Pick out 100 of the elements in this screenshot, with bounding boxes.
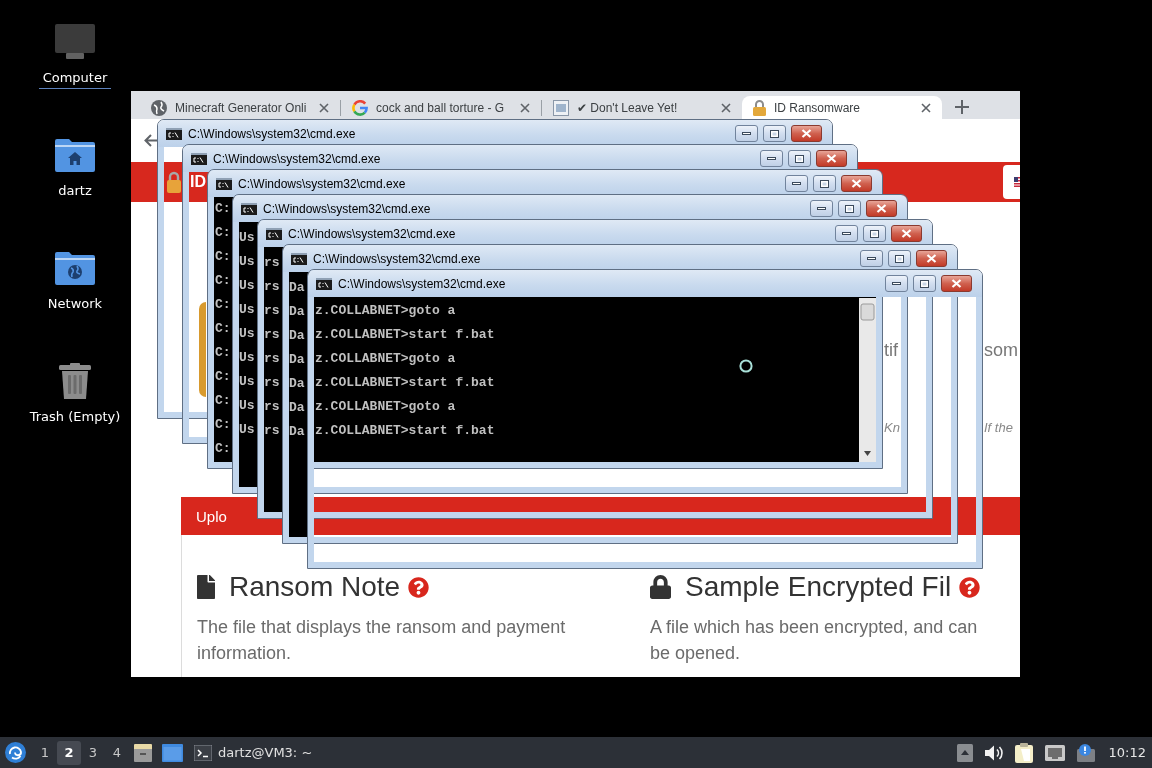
close-button[interactable]	[916, 250, 947, 267]
maximize-button[interactable]	[913, 275, 936, 292]
console-icon	[291, 252, 307, 265]
language-selector[interactable]	[1003, 165, 1020, 199]
close-button[interactable]	[891, 225, 922, 242]
minimize-icon	[792, 182, 801, 185]
maximize-button[interactable]	[863, 225, 886, 242]
minimize-button[interactable]	[760, 150, 783, 167]
maximize-button[interactable]	[838, 200, 861, 217]
desktop-shortcut[interactable]: Network	[43, 250, 107, 315]
plus-icon[interactable]	[955, 100, 969, 114]
minimize-button[interactable]	[885, 275, 908, 292]
close-icon	[801, 129, 812, 138]
close-button[interactable]	[816, 150, 847, 167]
console-line: z.COLLABNET>goto a	[315, 398, 456, 416]
console-line: C:	[215, 416, 231, 434]
console-icon	[266, 227, 282, 240]
minimize-button[interactable]	[810, 200, 833, 217]
minimize-button[interactable]	[735, 125, 758, 142]
close-button[interactable]	[791, 125, 822, 142]
console-line: rs	[264, 422, 280, 440]
alert-icon[interactable]	[1076, 743, 1095, 762]
padlock-icon	[753, 99, 766, 116]
close-icon	[826, 154, 837, 163]
card-heading: Sample Encrypted Fil	[685, 571, 952, 603]
taskbar-task-button[interactable]: dartz@VM3: ~	[190, 739, 317, 766]
maximize-icon	[920, 279, 929, 288]
close-button[interactable]	[866, 200, 897, 217]
back-arrow-icon[interactable]	[144, 134, 157, 147]
console-line: z.COLLABNET>goto a	[315, 350, 456, 368]
desktop-shortcut[interactable]: Trash (Empty)	[25, 363, 125, 428]
console-line: C:	[215, 272, 231, 290]
minimize-icon	[742, 132, 751, 135]
console-line: z.COLLABNET>start f.bat	[315, 326, 495, 344]
maximize-button[interactable]	[763, 125, 786, 142]
close-button[interactable]	[941, 275, 972, 292]
minimize-button[interactable]	[785, 175, 808, 192]
card-description: A file which has been encrypted, and can be opened.	[650, 616, 979, 665]
maximize-icon	[870, 229, 879, 238]
close-icon[interactable]	[520, 102, 530, 113]
close-button[interactable]	[841, 175, 872, 192]
window-title: C:\Windows\system32\cmd.exe	[313, 251, 482, 266]
swirl-logo-icon[interactable]	[5, 742, 26, 763]
page-text-fragment: tif	[884, 339, 899, 361]
close-icon	[851, 179, 862, 188]
ethernet-port-icon[interactable]	[1044, 744, 1065, 761]
window-title: C:\Windows\system32\cmd.exe	[238, 176, 407, 191]
minimize-button[interactable]	[835, 225, 858, 242]
page-text-fragment: som	[984, 339, 1018, 361]
speaker-icon[interactable]	[984, 744, 1003, 761]
workspace-button[interactable]: 2	[57, 740, 81, 765]
console-line: z.COLLABNET>start f.bat	[315, 374, 495, 392]
console-line: C:	[215, 200, 231, 218]
workspace-button[interactable]: 4	[105, 740, 129, 765]
minimize-icon	[892, 282, 901, 285]
console-line: rs	[264, 302, 280, 320]
help-icon[interactable]	[408, 576, 430, 598]
browser-tab[interactable]: ✔ Don't Leave Yet!	[542, 96, 742, 119]
workspace-button[interactable]: 1	[33, 740, 57, 765]
console-line: Us	[239, 229, 255, 247]
window-title: C:\Windows\system32\cmd.exe	[188, 126, 357, 141]
close-icon	[901, 229, 912, 238]
close-icon[interactable]	[921, 102, 931, 113]
help-icon[interactable]	[959, 576, 981, 598]
desktop-shortcut[interactable]: Computer	[38, 24, 112, 89]
maximize-icon	[770, 129, 779, 138]
console-line: Us	[239, 349, 255, 367]
console-icon	[241, 202, 257, 215]
window-icon[interactable]	[162, 743, 183, 762]
console-line: C:	[215, 392, 231, 410]
console-line: Da	[289, 399, 305, 417]
window-title: C:\Windows\system32\cmd.exe	[288, 226, 457, 241]
loading-ring-icon	[739, 359, 753, 373]
workspace-button[interactable]: 3	[81, 740, 105, 765]
close-icon	[926, 254, 937, 263]
maximize-icon	[795, 154, 804, 163]
scrollbar-drawing[interactable]	[859, 298, 876, 462]
maximize-button[interactable]	[888, 250, 911, 267]
minimize-icon	[767, 157, 776, 160]
console-line: rs	[264, 374, 280, 392]
browser-tab[interactable]: Minecraft Generator Onli	[140, 96, 340, 119]
console-line: Us	[239, 421, 255, 439]
minimize-button[interactable]	[860, 250, 883, 267]
card-description: The file that displays the ransom and payment information.	[197, 616, 567, 665]
maximize-button[interactable]	[813, 175, 836, 192]
console-line: Da	[289, 423, 305, 441]
close-icon[interactable]	[721, 102, 731, 113]
maximize-button[interactable]	[788, 150, 811, 167]
browser-tab[interactable]: ID Ransomware	[742, 96, 942, 119]
site-logo-text: ID	[190, 173, 206, 191]
drawer-icon[interactable]	[133, 742, 153, 763]
close-icon[interactable]	[319, 102, 329, 113]
browser-tab[interactable]: cock and ball torture - G	[341, 96, 541, 119]
page-text-fragment: Kn	[884, 419, 901, 435]
console-line: C:	[215, 344, 231, 362]
clipboard-icon[interactable]	[1014, 742, 1033, 763]
console-line: rs	[264, 326, 280, 344]
console-line: C:	[215, 224, 231, 242]
page-text-fragment: If the	[984, 419, 1014, 435]
desktop-shortcut[interactable]: dartz	[54, 137, 96, 202]
